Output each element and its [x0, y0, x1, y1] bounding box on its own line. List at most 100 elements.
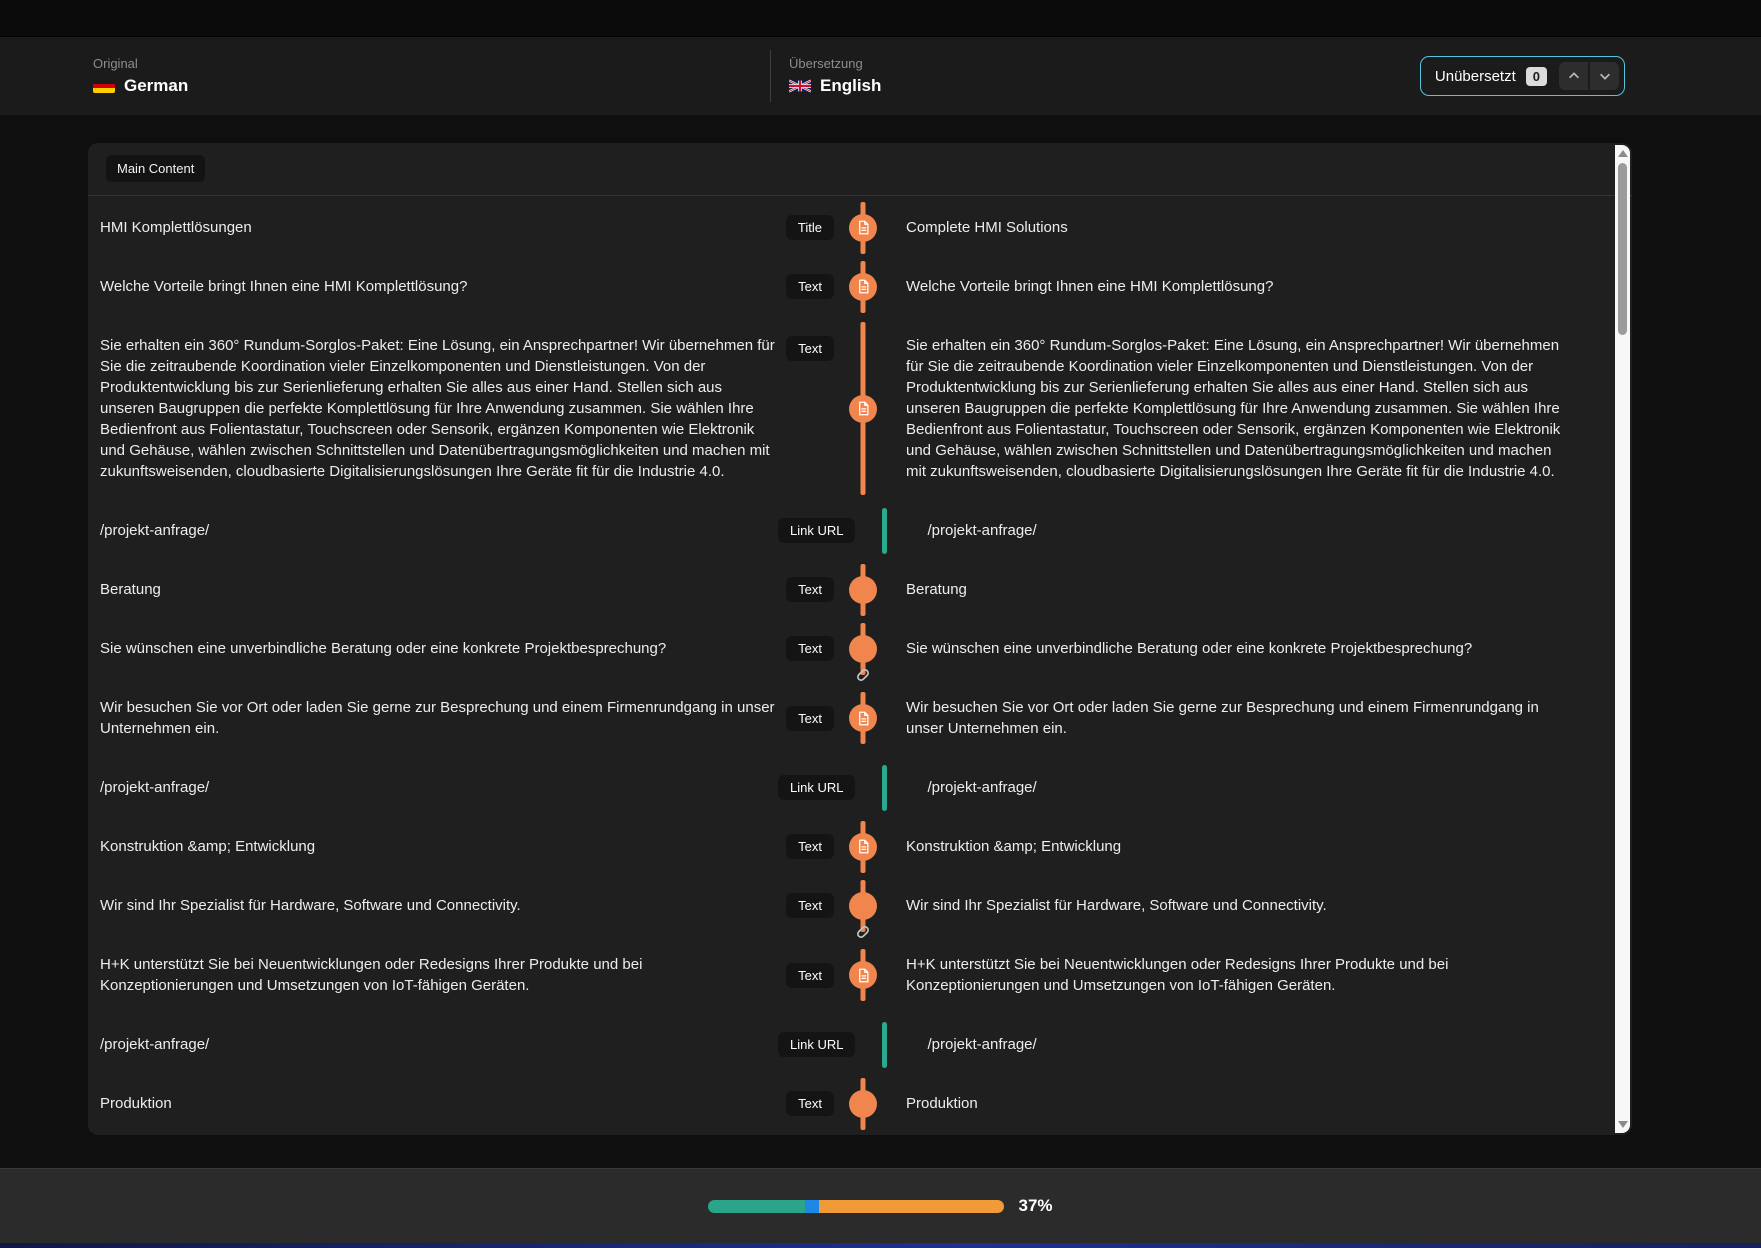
translation-row: Sie wünschen eine unverbindliche Beratun… [100, 619, 1570, 678]
content-type-badge: Text [786, 1091, 834, 1116]
language-header: Original German Übersetzung English Unüb… [0, 37, 1761, 115]
target-text[interactable]: H+K unterstützt Sie bei Neuentwicklungen… [892, 935, 1570, 1015]
source-language-block: Original German [0, 56, 770, 96]
target-text[interactable]: Sie wünschen eine unverbindliche Beratun… [892, 619, 1570, 678]
content-type-badge: Link URL [778, 775, 856, 800]
document-status-icon[interactable] [849, 394, 877, 423]
link-url-marker [881, 764, 887, 811]
target-text[interactable]: Beratung [892, 560, 1570, 619]
content-type-badge: Title [785, 215, 834, 240]
target-text[interactable]: Welche Vorteile bringt Ihnen eine HMI Ko… [892, 257, 1570, 316]
document-status-icon[interactable] [849, 961, 877, 989]
scrollbar[interactable] [1615, 145, 1630, 1133]
target-text[interactable]: /projekt-anfrage/ [913, 1015, 1570, 1074]
target-text[interactable]: Konstruktion &amp; Entwicklung [892, 817, 1570, 876]
content-type-badge: Text [786, 962, 834, 988]
target-language-block: Übersetzung English [770, 50, 1420, 102]
target-text[interactable]: Produktion [892, 1074, 1570, 1133]
translation-row: Wir besuchen Sie vor Ort oder laden Sie … [100, 669, 1570, 758]
bottom-accent-strip [0, 1243, 1761, 1248]
source-language-selector[interactable]: German [93, 76, 770, 96]
translation-row: HMI Komplettlösungen Title Complete HMI … [100, 198, 1570, 257]
previous-untranslated-button[interactable] [1559, 62, 1588, 90]
target-text[interactable]: Sie erhalten ein 360° Rundum-Sorglos-Pak… [892, 316, 1570, 501]
chain-link-icon[interactable] [852, 664, 874, 686]
connector-column [834, 926, 892, 1015]
type-badge-column: Text [778, 834, 834, 859]
content-type-badge: Text [786, 834, 834, 859]
source-text: /projekt-anfrage/ [100, 522, 210, 539]
content-type-badge: Link URL [778, 1032, 856, 1057]
document-status-icon[interactable] [849, 213, 877, 242]
type-badge-column: Text [778, 636, 834, 661]
connector-column [834, 1074, 892, 1133]
document-status-icon[interactable] [849, 704, 877, 732]
type-badge-column: Link URL [778, 775, 856, 800]
untranslated-navigator: Unübersetzt 0 [1419, 56, 1625, 96]
untranslated-count-badge: 0 [1525, 66, 1547, 86]
content-type-badge: Text [786, 336, 834, 361]
translation-row: Sie erhalten ein 360° Rundum-Sorglos-Pak… [100, 316, 1570, 501]
dot-status-icon[interactable] [849, 1089, 877, 1118]
connector-column [834, 316, 892, 501]
dot-status-icon[interactable] [849, 575, 877, 604]
dot-status-icon[interactable] [849, 634, 877, 663]
document-status-icon[interactable] [849, 272, 877, 301]
translation-row: /projekt-anfrage/ Link URL /projekt-anfr… [100, 758, 1570, 817]
progress-footer: 37% [0, 1168, 1761, 1243]
link-url-marker [881, 1021, 887, 1068]
german-flag-icon [93, 79, 115, 93]
source-text: HMI Komplettlösungen [100, 219, 252, 236]
content-type-badge: Text [786, 705, 834, 731]
source-text: Produktion [100, 1095, 172, 1112]
type-badge-column: Title [778, 215, 834, 240]
progress-segment-untranslated [819, 1199, 1005, 1213]
translation-panel: Main Content HMI Komplettlösungen Title [88, 143, 1632, 1135]
translation-row: Wir sind Ihr Spezialist für Hardware, So… [100, 876, 1570, 935]
type-badge-column: Text [778, 962, 834, 988]
target-text[interactable]: Complete HMI Solutions [892, 198, 1570, 257]
browser-chrome-strip [0, 0, 1761, 37]
target-text[interactable]: Wir besuchen Sie vor Ort oder laden Sie … [892, 678, 1570, 758]
progress-segment-review [804, 1199, 820, 1213]
section-header: Main Content [88, 143, 1632, 196]
dot-status-icon[interactable] [849, 891, 877, 920]
target-language-name: English [820, 76, 882, 95]
content-type-badge: Text [786, 577, 834, 602]
target-text[interactable]: /projekt-anfrage/ [913, 501, 1570, 560]
source-text: H+K unterstützt Sie bei Neuentwicklungen… [100, 956, 643, 994]
document-status-icon[interactable] [849, 832, 877, 861]
translation-row: H+K unterstützt Sie bei Neuentwicklungen… [100, 926, 1570, 1015]
target-text[interactable]: /projekt-anfrage/ [913, 758, 1570, 817]
link-url-marker [881, 507, 887, 554]
connector-column [855, 758, 913, 817]
type-badge-column: Text [778, 316, 834, 501]
connector-column [834, 198, 892, 257]
connector-column [834, 560, 892, 619]
translation-row: Welche Vorteile bringt Ihnen eine HMI Ko… [100, 257, 1570, 316]
translation-row: Konstruktion &amp; Entwicklung Text Kons… [100, 817, 1570, 876]
target-text[interactable]: Wir sind Ihr Spezialist für Hardware, So… [892, 876, 1570, 935]
source-text: Konstruktion &amp; Entwicklung [100, 838, 316, 855]
progress-segment-translated [708, 1199, 805, 1213]
source-language-label: Original [93, 56, 138, 71]
source-text: Beratung [100, 581, 161, 598]
scroll-up-arrow-icon[interactable] [1617, 150, 1628, 157]
uk-flag-icon [789, 79, 811, 93]
scrollbar-thumb[interactable] [1618, 163, 1627, 335]
translation-row: Beratung Text Beratung [100, 560, 1570, 619]
connector-column [834, 669, 892, 758]
source-language-name: German [124, 76, 189, 95]
content-type-badge: Text [786, 274, 834, 299]
chain-link-icon[interactable] [852, 921, 874, 943]
source-text: /projekt-anfrage/ [100, 779, 210, 796]
content-type-badge: Link URL [778, 518, 856, 543]
translation-row: Produktion Text Produktion [100, 1074, 1570, 1133]
type-badge-column: Text [778, 274, 834, 299]
progress-bar [708, 1199, 1005, 1213]
target-language-label: Übersetzung [789, 56, 863, 71]
scroll-down-arrow-icon[interactable] [1617, 1121, 1628, 1128]
next-untranslated-button[interactable] [1590, 62, 1619, 90]
type-badge-column: Text [778, 577, 834, 602]
target-language-selector[interactable]: English [789, 76, 1420, 96]
